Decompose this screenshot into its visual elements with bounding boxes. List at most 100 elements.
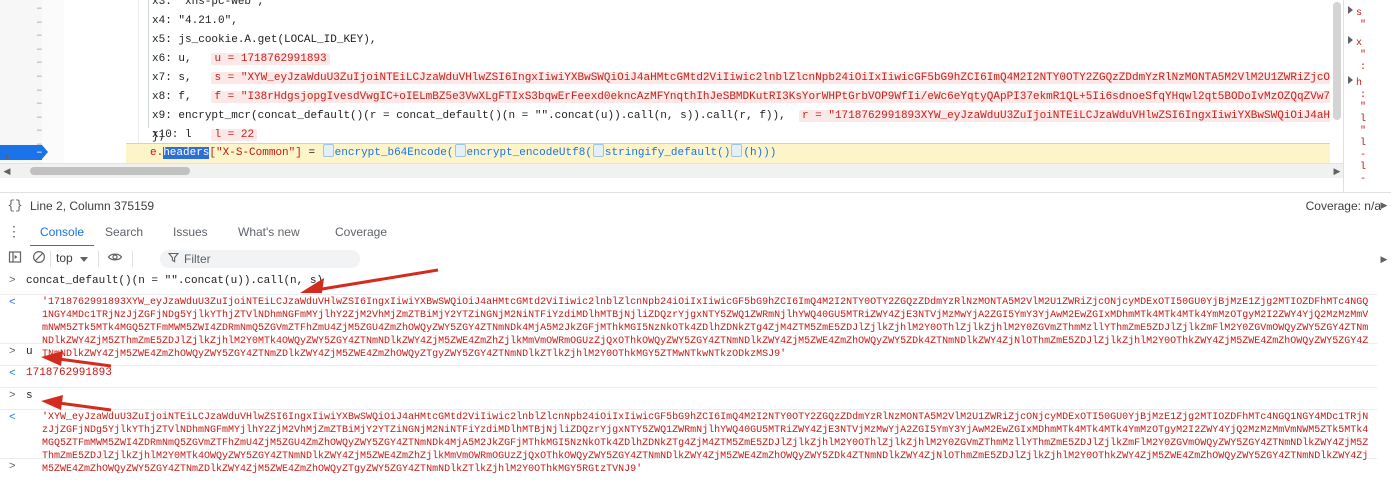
exec-selected-token[interactable]: headers xyxy=(163,147,210,159)
prompt-caret-icon: > xyxy=(9,275,16,287)
tab-coverage[interactable]: Coverage xyxy=(325,219,397,245)
scope-row[interactable]: l xyxy=(1348,114,1366,125)
exec-tail: (h))) xyxy=(743,147,777,159)
function-value-icon xyxy=(322,144,334,157)
scope-row-text: - xyxy=(1360,150,1367,161)
scroll-left-arrow-icon[interactable]: ◀ xyxy=(1,165,13,177)
scope-row[interactable]: l xyxy=(1348,138,1366,149)
sources-status-bar: {} Line 2, Column 375159 Coverage: n/a xyxy=(0,192,1391,221)
expand-caret-icon[interactable] xyxy=(1348,76,1353,84)
coverage-indicator: Coverage: n/a xyxy=(1305,199,1381,213)
prompt-caret-icon: > xyxy=(9,461,16,473)
expand-caret-icon[interactable] xyxy=(1348,36,1353,44)
gutter-dash: – xyxy=(36,125,43,138)
return-arrow-icon: < xyxy=(9,368,16,380)
source-line-text: encrypt_mcr(concat_default()(r = concat_… xyxy=(178,110,786,122)
chevron-down-icon[interactable] xyxy=(80,257,88,262)
scope-row[interactable]: " xyxy=(1348,126,1366,137)
inline-value-pill[interactable]: u = 1718762991893 xyxy=(211,53,330,65)
console-sidebar-toggle-icon[interactable] xyxy=(6,250,24,268)
console-input-row: > u xyxy=(0,343,1377,366)
scope-row[interactable]: s xyxy=(1348,6,1362,19)
console-input-text: s xyxy=(26,390,33,402)
filter-icon xyxy=(167,252,180,266)
console-output-row: <1718762991893 xyxy=(0,365,1377,388)
more-options-icon[interactable]: ⋮ xyxy=(6,224,22,240)
gutter-dash: – xyxy=(36,3,43,15)
scope-row-text: : xyxy=(1360,90,1367,101)
inline-value-pill[interactable]: l = 22 xyxy=(211,129,258,141)
scroll-right-arrow-icon[interactable]: ▶ xyxy=(1331,165,1343,177)
inline-value-pill[interactable]: f = "I38rHdgsjopgIvesdVwgIC+oIELmBZ5e3Vw… xyxy=(211,91,1391,103)
exec-fn1: encrypt_b64Encode( xyxy=(334,147,454,159)
pretty-print-icon[interactable]: {} xyxy=(7,198,23,214)
source-variable-name: s, xyxy=(178,72,192,84)
gutter-dash: – xyxy=(36,98,43,111)
tab-search[interactable]: Search xyxy=(95,219,153,245)
sources-hscroll-thumb[interactable] xyxy=(30,167,190,175)
console-output-row: < 'XYW_eyJzaWduU3ZuIjoiNTEiLCJzaWduVHlwZS… xyxy=(0,409,1377,475)
source-variable-name: f, xyxy=(178,91,192,103)
scope-row[interactable]: x xyxy=(1348,36,1362,49)
expand-caret-icon[interactable] xyxy=(1348,6,1353,14)
scope-row[interactable]: : xyxy=(1348,90,1366,101)
console-message-list: > concat_default()(n = "".concat(u)).call… xyxy=(0,272,1391,501)
source-line-label: x6: xyxy=(152,53,172,65)
scope-row-text: l xyxy=(1360,138,1367,149)
inline-value-pill[interactable]: s = "XYW_eyJzaWduU3ZuIjoiNTEiLCJzaWduVHl… xyxy=(211,72,1391,84)
source-line: x6: u, u = 1718762991893 xyxy=(152,52,330,67)
sources-vertical-scrollbar[interactable] xyxy=(1330,0,1344,164)
execution-context-label[interactable]: top xyxy=(56,251,73,265)
console-input-text: concat_default()(n = "".concat(u)).call(… xyxy=(26,275,324,287)
source-line: x10: l l = 22 xyxy=(152,128,258,143)
scope-row-text: h xyxy=(1356,78,1363,89)
tab-issues[interactable]: Issues xyxy=(163,219,218,245)
source-variable-name: l xyxy=(185,129,192,141)
paused-execution-line[interactable]: e.headers["X-S-Common"] = encrypt_b64Enc… xyxy=(126,143,1344,164)
scope-row-text: : xyxy=(1360,62,1367,73)
source-line: x3: "xhs-pc-web", xyxy=(152,0,264,10)
toolbar-overflow-arrow-icon[interactable]: ▶ xyxy=(1377,252,1391,266)
source-line-label: x3: xyxy=(152,0,172,8)
scope-row-text: - xyxy=(1360,174,1367,185)
scroll-down-arrow-icon[interactable]: ▼ xyxy=(0,150,14,164)
scope-row-text: " xyxy=(1360,102,1367,113)
inline-value-pill[interactable]: r = "1718762991893XYW_eyJzaWduU3ZuIjoiNT… xyxy=(798,110,1391,122)
scope-row[interactable]: l xyxy=(1348,162,1366,173)
source-line-text: "xhs-pc-web", xyxy=(178,0,265,8)
exec-prefix: e. xyxy=(150,147,164,159)
function-value-icon xyxy=(454,144,466,157)
scope-row[interactable]: " xyxy=(1348,20,1366,31)
status-scroll-right-icon[interactable]: ▶ xyxy=(1377,198,1391,212)
return-arrow-icon: < xyxy=(9,297,16,309)
prompt-caret-icon: > xyxy=(9,346,16,358)
scope-row[interactable]: : xyxy=(1348,62,1366,73)
scope-row[interactable]: - xyxy=(1348,150,1366,161)
sources-horizontal-scrollbar[interactable]: ◀ ▶ xyxy=(0,163,1344,178)
sources-vscroll-thumb[interactable] xyxy=(1333,2,1341,120)
sources-panel: –––––––––––– – x3: "xhs-pc-web",x4: "4.2… xyxy=(0,0,1391,178)
scope-row[interactable]: h xyxy=(1348,76,1362,89)
source-line-label: x8: xyxy=(152,91,172,103)
source-line: x9: encrypt_mcr(concat_default()(r = con… xyxy=(152,109,1391,124)
indent-guide xyxy=(148,0,149,128)
tab-console[interactable]: Console xyxy=(30,219,95,247)
source-line: x4: "4.21.0", xyxy=(152,14,238,29)
scope-row[interactable]: " xyxy=(1348,50,1366,61)
source-line-text: js_cookie.A.get(LOCAL_ID_KEY), xyxy=(178,34,377,46)
live-expression-eye-icon[interactable] xyxy=(106,250,124,268)
scope-row[interactable]: - xyxy=(1348,174,1366,185)
tab-what-s-new[interactable]: What's new xyxy=(228,219,310,245)
console-input-text: u xyxy=(26,346,33,358)
line-column-indicator: Line 2, Column 375159 xyxy=(30,199,155,213)
scope-row-text: " xyxy=(1360,126,1367,137)
exec-equals: = xyxy=(301,147,322,159)
gutter-dash: – xyxy=(36,57,43,70)
scope-row[interactable]: " xyxy=(1348,102,1366,113)
exec-key: "X-S-Common" xyxy=(216,147,296,159)
return-arrow-icon: < xyxy=(9,412,16,424)
devtools-window: –––––––––––– – x3: "xhs-pc-web",x4: "4.2… xyxy=(0,0,1391,501)
clear-console-icon[interactable] xyxy=(30,250,48,268)
source-line: x8: f, f = "I38rHdgsjopgIvesdVwgIC+oIELm… xyxy=(152,90,1391,105)
gutter-dash: – xyxy=(36,30,43,43)
